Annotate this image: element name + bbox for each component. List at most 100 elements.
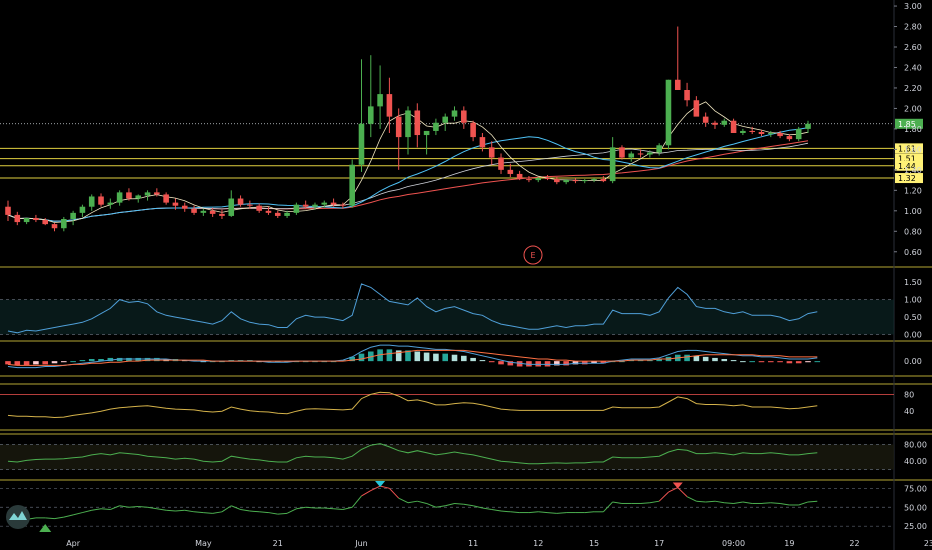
candle[interactable] xyxy=(395,108,402,170)
candle[interactable] xyxy=(433,118,439,136)
macd-histogram-bar[interactable] xyxy=(386,349,393,362)
price-panel[interactable] xyxy=(5,26,811,232)
rsi-segment[interactable] xyxy=(54,516,64,520)
horizontal-levels[interactable]: 1.611.511.441.321.85 xyxy=(0,118,923,184)
candle[interactable] xyxy=(33,214,39,223)
rsi-segment[interactable] xyxy=(463,503,474,507)
rsi-segment[interactable] xyxy=(212,511,223,514)
rsi-segment[interactable] xyxy=(742,501,753,504)
candle[interactable] xyxy=(609,137,616,184)
chart-canvas[interactable]: 1.611.511.441.321.85 3.00 2.80 2.60 2.40 2.2… xyxy=(0,0,932,550)
candle[interactable] xyxy=(51,223,58,232)
macd-histogram-bar[interactable] xyxy=(684,354,690,362)
candle[interactable] xyxy=(712,120,718,129)
candle[interactable] xyxy=(628,151,635,162)
rsi-segment[interactable] xyxy=(696,500,706,503)
candle[interactable] xyxy=(14,211,21,226)
candle[interactable] xyxy=(23,217,30,225)
macd-histogram-bar[interactable] xyxy=(88,359,95,362)
rsi-segment[interactable] xyxy=(361,490,372,497)
candle[interactable] xyxy=(256,203,262,213)
candle[interactable] xyxy=(461,106,467,129)
candle[interactable] xyxy=(526,176,532,183)
candle[interactable] xyxy=(368,55,374,138)
rsi-buy-marker[interactable] xyxy=(39,524,52,532)
candle[interactable] xyxy=(665,79,672,150)
ma-grey-line[interactable] xyxy=(7,142,809,222)
candle[interactable] xyxy=(70,210,76,226)
rsi-segment[interactable] xyxy=(166,509,176,512)
macd-histogram-bar[interactable] xyxy=(768,361,774,363)
rsi-segment[interactable] xyxy=(761,502,771,504)
rsi-segment[interactable] xyxy=(426,503,437,508)
candle[interactable] xyxy=(656,143,662,156)
candle[interactable] xyxy=(488,141,495,165)
candle[interactable] xyxy=(795,126,802,142)
candle[interactable] xyxy=(144,190,151,201)
macd-histogram-bar[interactable] xyxy=(61,361,67,363)
macd-histogram-bar[interactable] xyxy=(423,352,430,362)
macd-histogram-bar[interactable] xyxy=(581,361,588,365)
candle[interactable] xyxy=(442,113,448,131)
candle[interactable] xyxy=(163,192,169,205)
ind3-line[interactable] xyxy=(7,391,818,419)
candle[interactable] xyxy=(405,106,411,155)
macd-histogram-bar[interactable] xyxy=(535,361,542,367)
macd-histogram-bar[interactable] xyxy=(712,357,718,362)
candle[interactable] xyxy=(79,204,86,217)
candle[interactable] xyxy=(572,178,579,184)
candle[interactable] xyxy=(219,209,225,219)
rsi-segment[interactable] xyxy=(500,510,511,513)
rsi-segment[interactable] xyxy=(472,505,483,509)
macd-histogram-bar[interactable] xyxy=(433,353,439,362)
rsi-segment[interactable] xyxy=(724,502,734,504)
rsi-segment[interactable] xyxy=(686,496,697,502)
rsi-segment[interactable] xyxy=(175,509,185,512)
macd-histogram-bar[interactable] xyxy=(702,356,709,362)
rsi-segment[interactable] xyxy=(63,514,74,518)
macd-histogram-bar[interactable] xyxy=(33,361,39,365)
candle[interactable] xyxy=(702,112,709,127)
rsi-segment[interactable] xyxy=(324,507,334,510)
macd-histogram-bar[interactable] xyxy=(814,361,821,363)
macd-histogram-bar[interactable] xyxy=(740,361,746,363)
candle[interactable] xyxy=(135,194,142,203)
rsi-segment[interactable] xyxy=(45,517,55,520)
candle[interactable] xyxy=(414,103,421,148)
rsi-segment[interactable] xyxy=(184,509,195,513)
rsi-segment[interactable] xyxy=(156,508,167,511)
candle[interactable] xyxy=(423,130,430,155)
rsi-segment[interactable] xyxy=(100,508,111,511)
macd-histogram-bar[interactable] xyxy=(51,361,58,364)
candle[interactable] xyxy=(377,65,383,129)
candle[interactable] xyxy=(451,106,458,121)
macd-histogram-bar[interactable] xyxy=(749,361,755,363)
macd-histogram-bar[interactable] xyxy=(70,361,76,363)
macd-histogram-bar[interactable] xyxy=(23,361,30,366)
candle[interactable] xyxy=(721,118,728,127)
macd-histogram-bar[interactable] xyxy=(5,361,11,365)
rsi-segment[interactable] xyxy=(482,507,492,511)
candle[interactable] xyxy=(498,153,504,174)
rsi-segment[interactable] xyxy=(770,502,781,504)
macd-histogram-bar[interactable] xyxy=(777,361,783,363)
rsi-segment[interactable] xyxy=(407,500,418,504)
macd-histogram-bar[interactable] xyxy=(758,361,765,363)
candle[interactable] xyxy=(349,159,355,208)
rsi-segment[interactable] xyxy=(249,510,260,513)
rsi-segment[interactable] xyxy=(110,505,120,510)
candle[interactable] xyxy=(693,96,700,117)
rsi-segment[interactable] xyxy=(128,506,139,508)
macd-histogram-bar[interactable] xyxy=(154,357,160,362)
rsi-segment[interactable] xyxy=(231,505,241,510)
rsi-segment[interactable] xyxy=(677,487,688,498)
macd-histogram-bar[interactable] xyxy=(451,354,458,362)
candle[interactable] xyxy=(88,194,95,211)
macd-histogram-bar[interactable] xyxy=(786,361,793,364)
macd-histogram-bar[interactable] xyxy=(358,353,365,362)
macd-histogram-bar[interactable] xyxy=(42,361,48,365)
indicator-panels[interactable] xyxy=(0,283,894,532)
rsi-signal-marker[interactable] xyxy=(375,481,386,488)
macd-histogram-bar[interactable] xyxy=(79,360,86,362)
rsi-segment[interactable] xyxy=(658,491,669,502)
